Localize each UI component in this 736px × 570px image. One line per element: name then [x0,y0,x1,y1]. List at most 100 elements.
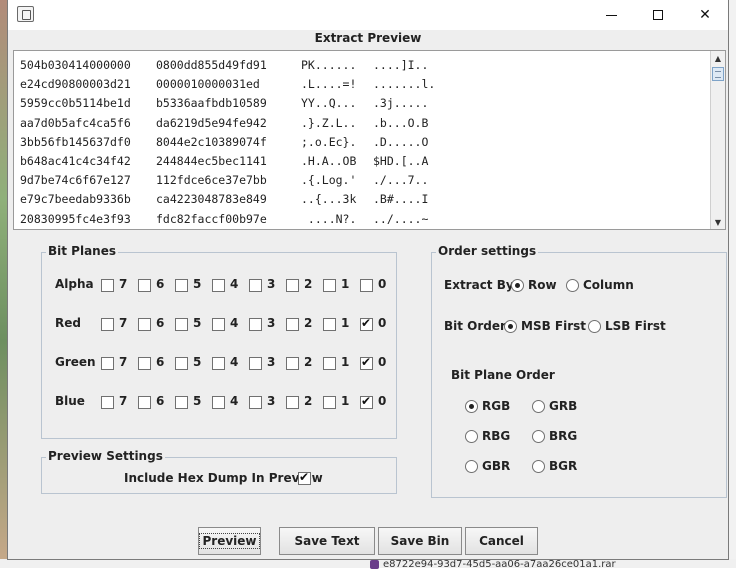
bit-checkbox-red-3[interactable] [249,318,262,331]
bit-checkbox-green-0[interactable] [360,355,373,370]
bit-label: 5 [193,394,202,408]
save-bin-button[interactable]: Save Bin [378,527,462,555]
bit-checkbox-blue-0[interactable] [360,394,373,409]
extract-preview-dialog: ✕ Extract Preview 504b030414000000 0800dd… [7,0,729,560]
bit-checkbox-red-5[interactable] [175,318,188,331]
bit-plane-order-radio-grb[interactable] [532,400,545,413]
bit-checkbox-alpha-0[interactable] [360,279,373,292]
hex-cell: $HD.[..A [373,153,429,168]
bit-checkbox-alpha-5[interactable] [175,279,188,292]
bit-label: 6 [156,316,165,330]
bit-plane-order-radio-rbg[interactable] [465,430,478,443]
bit-checkbox-blue-2[interactable] [286,396,299,409]
hex-cell: ....N?. [301,211,357,226]
bit-checkbox-red-2[interactable] [286,318,299,331]
bit-checkbox-green-5[interactable] [175,357,188,370]
order-settings-title: Order settings [436,244,539,258]
bit-checkbox-alpha-1[interactable] [323,279,336,292]
maximize-button[interactable] [635,0,681,30]
scrollbar-thumb[interactable] [712,67,724,81]
extract-by-label: Extract By [444,278,514,292]
bit-checkbox-red-0[interactable] [360,316,373,331]
bit-checkbox-green-1[interactable] [323,357,336,370]
bit-label: 2 [304,394,313,408]
hex-cell: 0000010000031ed [156,77,260,92]
bit-plane-row-label-red: Red [55,316,81,330]
hex-cell: c855753d867e037e [156,229,267,230]
cancel-button[interactable]: Cancel [465,527,538,555]
hex-cell: da6219d5e94fe942 [156,115,267,130]
bit-checkbox-alpha-6[interactable] [138,279,151,292]
bit-checkbox-blue-4[interactable] [212,396,225,409]
bit-checkbox-alpha-3[interactable] [249,279,262,292]
bit-label: 0 [378,316,387,330]
bit-checkbox-green-4[interactable] [212,357,225,370]
bit-checkbox-green-6[interactable] [138,357,151,370]
bit-checkbox-blue-1[interactable] [323,396,336,409]
include-hex-checkbox[interactable] [298,470,311,485]
file-icon [370,559,379,569]
bit-plane-order-radio-bgr[interactable] [532,460,545,473]
hex-cell: .}.Z.L.. [301,115,357,130]
bit-plane-order-label-bgr: BGR [549,459,578,473]
minimize-button[interactable] [588,0,634,30]
bit-checkbox-blue-5[interactable] [175,396,188,409]
bit-plane-order-radio-brg[interactable] [532,430,545,443]
scroll-up-icon[interactable]: ▲ [711,51,725,65]
lsb-first-radio[interactable] [588,320,601,333]
bit-checkbox-alpha-7[interactable] [101,279,114,292]
scroll-down-icon[interactable]: ▼ [711,215,725,229]
bit-label: 4 [230,355,239,369]
preview-button[interactable]: Preview [198,527,261,555]
hex-cell: .......l. [373,77,436,92]
hex-cell: 244844ec5bec1141 [156,153,267,168]
maximize-icon [653,10,663,20]
save-bin-button-label: Save Bin [390,534,450,548]
preview-scrollbar[interactable]: ▲ ▼ [710,51,725,229]
extract-by-column-radio[interactable] [566,279,579,292]
bit-checkbox-blue-6[interactable] [138,396,151,409]
bit-checkbox-green-3[interactable] [249,357,262,370]
close-icon: ✕ [699,7,711,23]
background-file-name: e8722e94-93d7-45d5-aa06-a7aa26ce01a1.rar [383,559,616,570]
bit-checkbox-red-4[interactable] [212,318,225,331]
bit-checkbox-alpha-2[interactable] [286,279,299,292]
bit-label: 7 [119,355,128,369]
extract-by-row-radio[interactable] [511,279,524,292]
hex-cell: YY..Q... [301,96,357,111]
bit-checkbox-alpha-4[interactable] [212,279,225,292]
hex-cell: ../....~ [373,211,429,226]
hex-cell: a4265c5b9316a41a [20,229,131,230]
bit-checkbox-red-6[interactable] [138,318,151,331]
msb-first-radio[interactable] [504,320,517,333]
bit-checkbox-red-1[interactable] [323,318,336,331]
close-button[interactable]: ✕ [682,0,728,30]
app-icon [17,6,34,22]
bit-label: 0 [378,394,387,408]
bit-plane-order-label-grb: GRB [549,399,578,413]
bit-label: 1 [341,316,350,330]
save-text-button-label: Save Text [294,534,360,548]
bit-checkbox-blue-3[interactable] [249,396,262,409]
save-text-button[interactable]: Save Text [279,527,375,555]
bit-label: 4 [230,316,239,330]
bit-checkbox-red-7[interactable] [101,318,114,331]
hex-cell: .&\[.... [301,229,356,230]
bit-label: 7 [119,316,128,330]
bit-label: 3 [267,316,276,330]
bit-plane-row-label-green: Green [55,355,96,369]
bit-checkbox-blue-7[interactable] [101,396,114,409]
hex-cell: .D.....O [373,134,429,149]
hex-cell: e79c7beedab9336b [20,192,131,207]
bit-checkbox-green-7[interactable] [101,357,114,370]
bit-checkbox-green-2[interactable] [286,357,299,370]
bit-label: 2 [304,277,313,291]
bit-label: 4 [230,277,239,291]
background-file-item[interactable]: e8722e94-93d7-45d5-aa06-a7aa26ce01a1.rar [370,559,616,570]
hex-preview-area[interactable]: 504b030414000000 0800dd855d49fd91 PK......… [13,50,726,230]
bit-plane-order-radio-rgb[interactable] [465,400,478,413]
hex-cell: .H.A..OB [301,153,357,168]
bit-plane-order-radio-gbr[interactable] [465,460,478,473]
bit-label: 3 [267,277,276,291]
title-bar[interactable]: ✕ [8,0,728,30]
